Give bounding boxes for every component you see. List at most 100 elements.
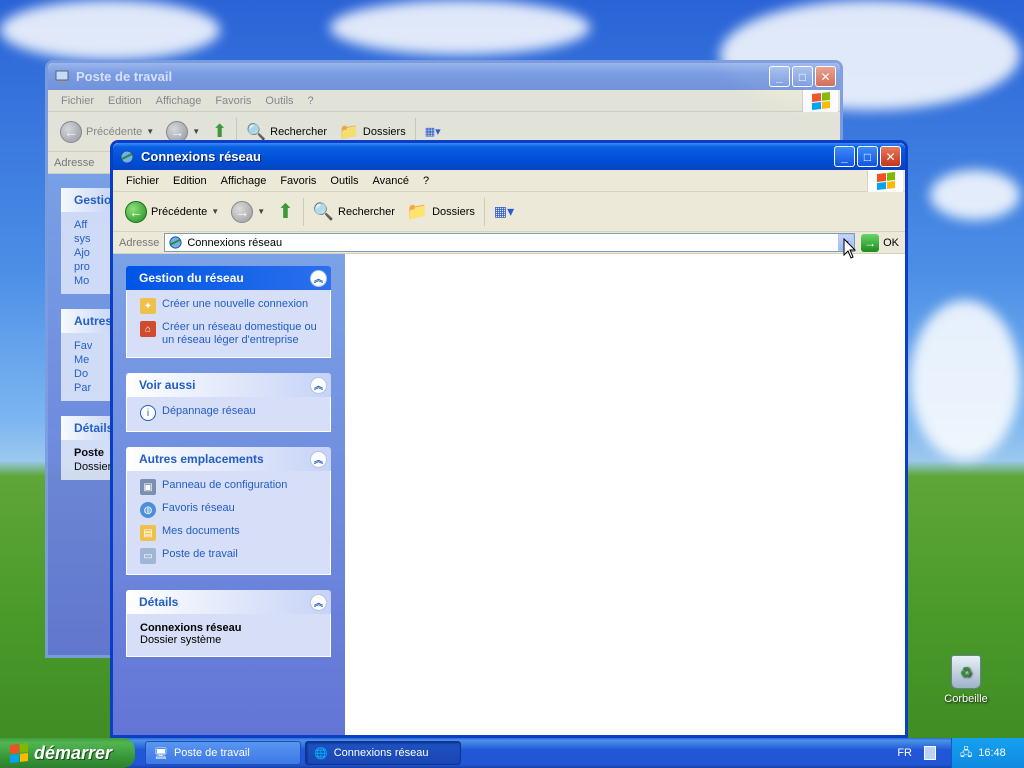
menu-view[interactable]: Affichage xyxy=(214,175,274,187)
close-button[interactable]: ✕ xyxy=(815,66,836,87)
panel-header[interactable]: Détails ︽ xyxy=(126,590,331,614)
control-panel-link[interactable]: ▣ Panneau de configuration xyxy=(140,479,320,495)
cloud xyxy=(930,170,1020,220)
menu-help[interactable]: ? xyxy=(301,95,321,107)
mouse-cursor-icon xyxy=(843,238,857,259)
address-label: Adresse xyxy=(54,156,95,169)
menu-file[interactable]: Fichier xyxy=(119,175,166,187)
minimize-button[interactable]: _ xyxy=(769,66,790,87)
views-button[interactable]: ▦▾ xyxy=(488,195,520,229)
folders-button[interactable]: 📁 Dossiers xyxy=(401,195,481,229)
views-icon: ▦▾ xyxy=(493,203,515,219)
taskbar-item-my-computer[interactable]: 🖥 Poste de travail xyxy=(145,741,301,765)
address-label: Adresse xyxy=(119,236,160,249)
collapse-chevron-icon[interactable]: ︽ xyxy=(310,450,327,468)
recycle-bin-label: Corbeille xyxy=(944,693,988,705)
menu-help[interactable]: ? xyxy=(416,175,436,187)
title-bar[interactable]: Poste de travail _ □ ✕ xyxy=(48,63,840,90)
panel-title: Détails xyxy=(139,595,179,609)
collapse-chevron-icon[interactable]: ︽ xyxy=(310,269,327,287)
network-places-link[interactable]: ◍ Favoris réseau xyxy=(140,502,320,518)
cloud xyxy=(330,0,590,55)
recycle-bin[interactable]: ♻ Corbeille xyxy=(926,655,1006,705)
address-input[interactable]: Connexions réseau ▼ xyxy=(164,233,856,252)
clock[interactable]: 16:48 xyxy=(978,747,1006,759)
link-label: Créer un réseau domestique ou un réseau … xyxy=(162,321,317,346)
up-button[interactable]: ⬆ xyxy=(271,195,300,229)
collapse-chevron-icon[interactable]: ︽ xyxy=(310,593,327,611)
control-panel-icon: ▣ xyxy=(140,479,156,495)
panel-header[interactable]: Gestion du réseau ︽ xyxy=(126,266,331,290)
folders-label: Dossiers xyxy=(432,205,475,218)
menu-edit[interactable]: Edition xyxy=(166,175,214,187)
create-connection-link[interactable]: ✦ Créer une nouvelle connexion xyxy=(140,298,320,314)
panel-title: Gestion du réseau xyxy=(139,271,244,285)
menu-view[interactable]: Affichage xyxy=(149,95,209,107)
my-computer-link[interactable]: ▭ Poste de travail xyxy=(140,548,320,564)
network-tasks-panel: Gestion du réseau ︽ ✦ Créer une nouvelle… xyxy=(126,266,331,358)
views-icon: ▦▾ xyxy=(424,126,441,138)
menu-file[interactable]: Fichier xyxy=(54,95,101,107)
tray-overflow-icon[interactable] xyxy=(924,746,936,760)
create-home-network-link[interactable]: ⌂ Créer un réseau domestique ou un résea… xyxy=(140,321,320,347)
folder-up-icon: ⬆ xyxy=(277,201,294,223)
link-label: Mes documents xyxy=(162,525,240,537)
title-bar[interactable]: Connexions réseau _ □ ✕ xyxy=(113,143,905,170)
new-connection-icon: ✦ xyxy=(140,298,156,314)
window-content: Gestion du réseau ︽ ✦ Créer une nouvelle… xyxy=(113,254,905,735)
taskbar-item-network-connections[interactable]: 🌐 Connexions réseau xyxy=(305,741,461,765)
menu-favorites[interactable]: Favoris xyxy=(208,95,258,107)
folder-icon: 📁 xyxy=(338,123,359,141)
back-arrow-icon: ← xyxy=(60,120,82,143)
documents-folder-icon: ▤ xyxy=(140,525,156,541)
window-title: Poste de travail xyxy=(76,69,173,84)
forward-button[interactable]: → ▼ xyxy=(225,195,271,229)
menu-bar: Fichier Edition Affichage Favoris Outils… xyxy=(48,90,840,112)
language-indicator[interactable]: FR xyxy=(897,747,912,759)
windows-flag-icon xyxy=(10,743,28,763)
search-label: Rechercher xyxy=(270,125,327,138)
file-list-area[interactable] xyxy=(345,254,905,735)
menu-advanced[interactable]: Avancé xyxy=(366,175,417,187)
maximize-button[interactable]: □ xyxy=(792,66,813,87)
info-icon: i xyxy=(140,405,156,421)
toolbar: ← Précédente ▼ → ▼ ⬆ 🔍 Rechercher 📁 Doss… xyxy=(113,192,905,232)
start-button[interactable]: démarrer xyxy=(0,738,135,768)
globe-icon: ◍ xyxy=(140,502,156,518)
menu-tools[interactable]: Outils xyxy=(323,175,365,187)
panel-header[interactable]: Voir aussi ︽ xyxy=(126,373,331,397)
link-label: Poste de travail xyxy=(162,548,238,560)
go-button[interactable]: → OK xyxy=(855,233,905,252)
cloud xyxy=(0,0,220,60)
address-bar: Adresse Connexions réseau ▼ → OK xyxy=(113,232,905,254)
chevron-down-icon[interactable]: ▼ xyxy=(211,207,219,216)
minimize-button[interactable]: _ xyxy=(834,146,855,167)
close-button[interactable]: ✕ xyxy=(880,146,901,167)
network-connections-window[interactable]: Connexions réseau _ □ ✕ Fichier Edition … xyxy=(110,140,908,738)
network-icon: 🌐 xyxy=(314,747,328,760)
back-arrow-icon: ← xyxy=(125,200,147,223)
home-network-icon: ⌂ xyxy=(140,321,156,337)
recycle-bin-icon: ♻ xyxy=(951,655,981,689)
collapse-chevron-icon[interactable]: ︽ xyxy=(310,376,327,394)
menu-tools[interactable]: Outils xyxy=(258,95,300,107)
maximize-button[interactable]: □ xyxy=(857,146,878,167)
task-pane: Gestio Aff sys Ajo pro Mo Autres Fav Me … xyxy=(48,174,121,655)
search-icon: 🔍 xyxy=(246,123,267,141)
back-button[interactable]: ← Précédente ▼ xyxy=(119,195,225,229)
forward-arrow-icon: → xyxy=(231,200,254,223)
search-button[interactable]: 🔍 Rechercher xyxy=(307,195,401,229)
panel-header[interactable]: Autres emplacements ︽ xyxy=(126,447,331,471)
computer-icon: ▭ xyxy=(140,548,156,564)
chevron-down-icon[interactable]: ▼ xyxy=(257,207,265,216)
computer-icon: 🖥 xyxy=(154,747,168,760)
menu-edit[interactable]: Edition xyxy=(101,95,149,107)
my-documents-link[interactable]: ▤ Mes documents xyxy=(140,525,320,541)
menu-favorites[interactable]: Favoris xyxy=(273,175,323,187)
address-value: Connexions réseau xyxy=(187,236,283,249)
back-label: Précédente xyxy=(151,205,208,218)
windows-logo xyxy=(802,90,838,112)
network-status-icon[interactable]: 🖧 xyxy=(960,744,972,763)
link-label: Panneau de configuration xyxy=(162,479,288,491)
network-troubleshoot-link[interactable]: i Dépannage réseau xyxy=(140,405,320,421)
